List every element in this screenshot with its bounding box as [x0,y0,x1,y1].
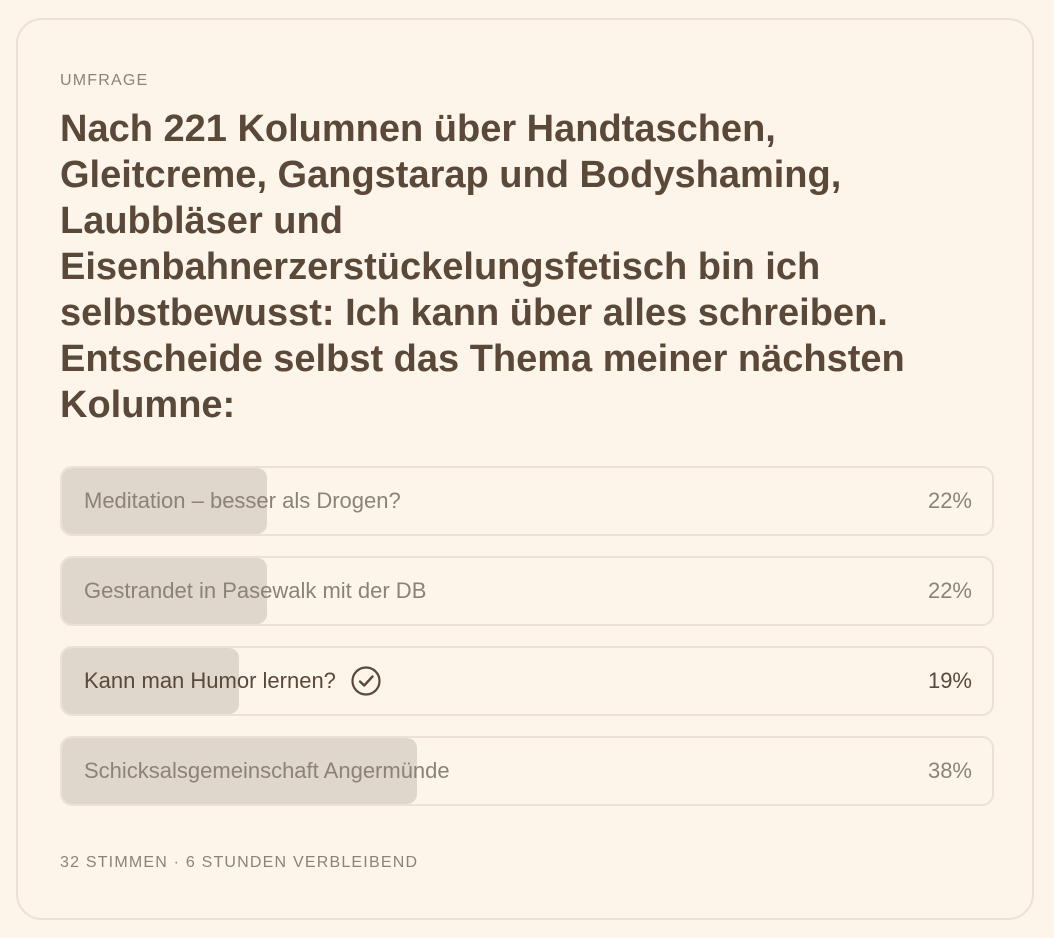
poll-option-pasewalk[interactable]: Gestrandet in Pasewalk mit der DB 22% [60,556,994,626]
poll-option-label-wrap: Kann man Humor lernen? [84,648,382,714]
poll-options: Meditation – besser als Drogen? 22% Gest… [60,466,994,826]
poll-question: Nach 221 Kolumnen über Handtaschen, Glei… [60,108,905,426]
poll-option-label: Gestrandet in Pasewalk mit der DB [84,578,427,603]
poll-option-label: Schicksalsgemeinschaft Angermünde [84,758,450,783]
poll-option-label: Kann man Humor lernen? [84,668,336,693]
poll-option-percent: 22% [927,578,972,603]
poll-footer: 32 STIMMEN · 6 STUNDEN VERBLEIBEND [60,854,419,871]
poll-eyebrow: UMFRAGE [60,72,149,89]
poll-card: UMFRAGE Nach 221 Kolumnen über Handtasch… [16,18,1034,920]
poll-option-humor[interactable]: Kann man Humor lernen? 19% [60,646,994,716]
check-circle-icon [351,666,381,696]
poll-option-angermuende[interactable]: Schicksalsgemeinschaft Angermünde 38% [60,736,994,806]
poll-option-percent: 38% [927,758,972,783]
poll-option-percent: 19% [927,668,972,693]
poll-option-meditation[interactable]: Meditation – besser als Drogen? 22% [60,466,994,536]
poll-option-label: Meditation – besser als Drogen? [84,488,401,513]
poll-option-percent: 22% [927,488,972,513]
